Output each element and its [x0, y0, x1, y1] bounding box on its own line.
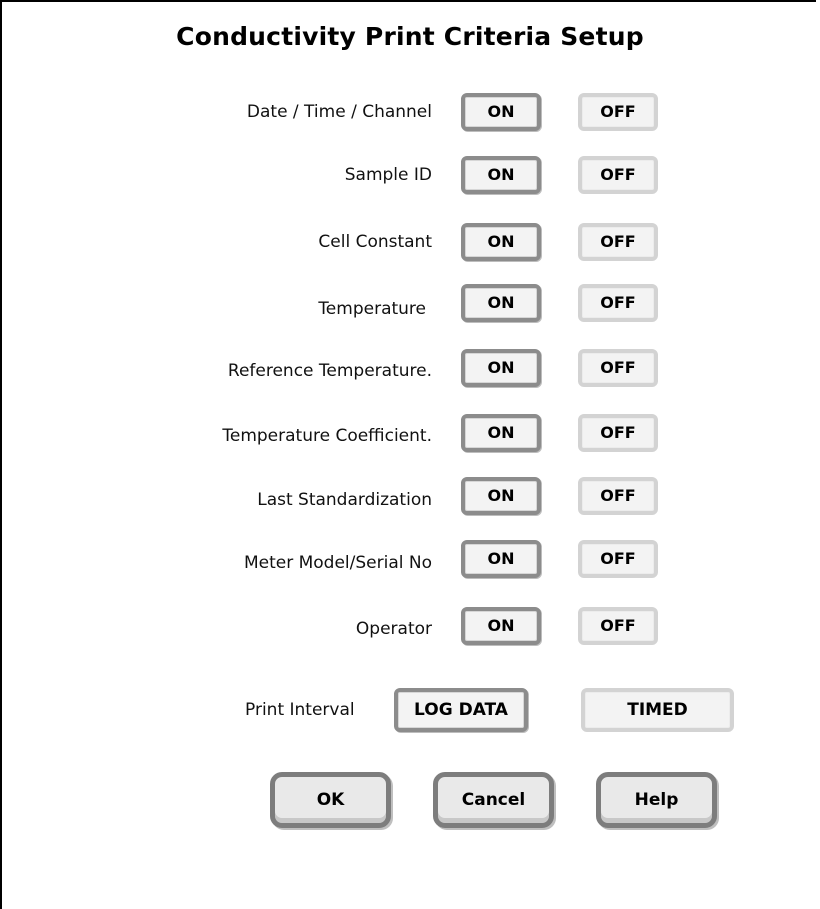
- reference-temperature-on-button[interactable]: ON: [461, 349, 541, 387]
- operator-on-button[interactable]: ON: [461, 607, 541, 645]
- help-button[interactable]: Help: [596, 772, 717, 828]
- ok-button[interactable]: OK: [270, 772, 391, 828]
- last-standardization-off-button[interactable]: OFF: [578, 477, 658, 515]
- sample-id-off-button[interactable]: OFF: [578, 156, 658, 194]
- log-data-button[interactable]: LOG DATA: [394, 688, 528, 732]
- dialog-title: Conductivity Print Criteria Setup: [176, 22, 644, 51]
- temperature-off-button[interactable]: OFF: [578, 284, 658, 322]
- label-date-time-channel: Date / Time / Channel: [246, 102, 432, 122]
- label-last-standardization: Last Standardization: [257, 490, 432, 510]
- label-meter-model-serial-no: Meter Model/Serial No: [243, 553, 432, 573]
- meter-model-serial-no-on-button[interactable]: ON: [461, 540, 541, 578]
- temperature-coefficient-on-button[interactable]: ON: [461, 414, 541, 452]
- cell-constant-off-button[interactable]: OFF: [578, 223, 658, 261]
- timed-button[interactable]: TIMED: [581, 688, 734, 732]
- meter-model-serial-no-off-button[interactable]: OFF: [578, 540, 658, 578]
- temperature-coefficient-off-button[interactable]: OFF: [578, 414, 658, 452]
- date-time-channel-on-button[interactable]: ON: [461, 93, 541, 131]
- print-interval-label: Print Interval: [245, 700, 355, 720]
- temperature-on-button[interactable]: ON: [461, 284, 541, 322]
- sample-id-on-button[interactable]: ON: [461, 156, 541, 194]
- cancel-button[interactable]: Cancel: [433, 772, 554, 828]
- last-standardization-on-button[interactable]: ON: [461, 477, 541, 515]
- date-time-channel-off-button[interactable]: OFF: [578, 93, 658, 131]
- label-sample-id: Sample ID: [344, 165, 432, 185]
- reference-temperature-off-button[interactable]: OFF: [578, 349, 658, 387]
- label-reference-temperature: Reference Temperature.: [227, 361, 432, 381]
- operator-off-button[interactable]: OFF: [578, 607, 658, 645]
- label-operator: Operator: [355, 619, 432, 639]
- cell-constant-on-button[interactable]: ON: [461, 223, 541, 261]
- label-temperature-coefficient: Temperature Coefficient.: [222, 426, 432, 446]
- label-temperature: Temperature: [318, 299, 426, 319]
- label-cell-constant: Cell Constant: [318, 232, 432, 252]
